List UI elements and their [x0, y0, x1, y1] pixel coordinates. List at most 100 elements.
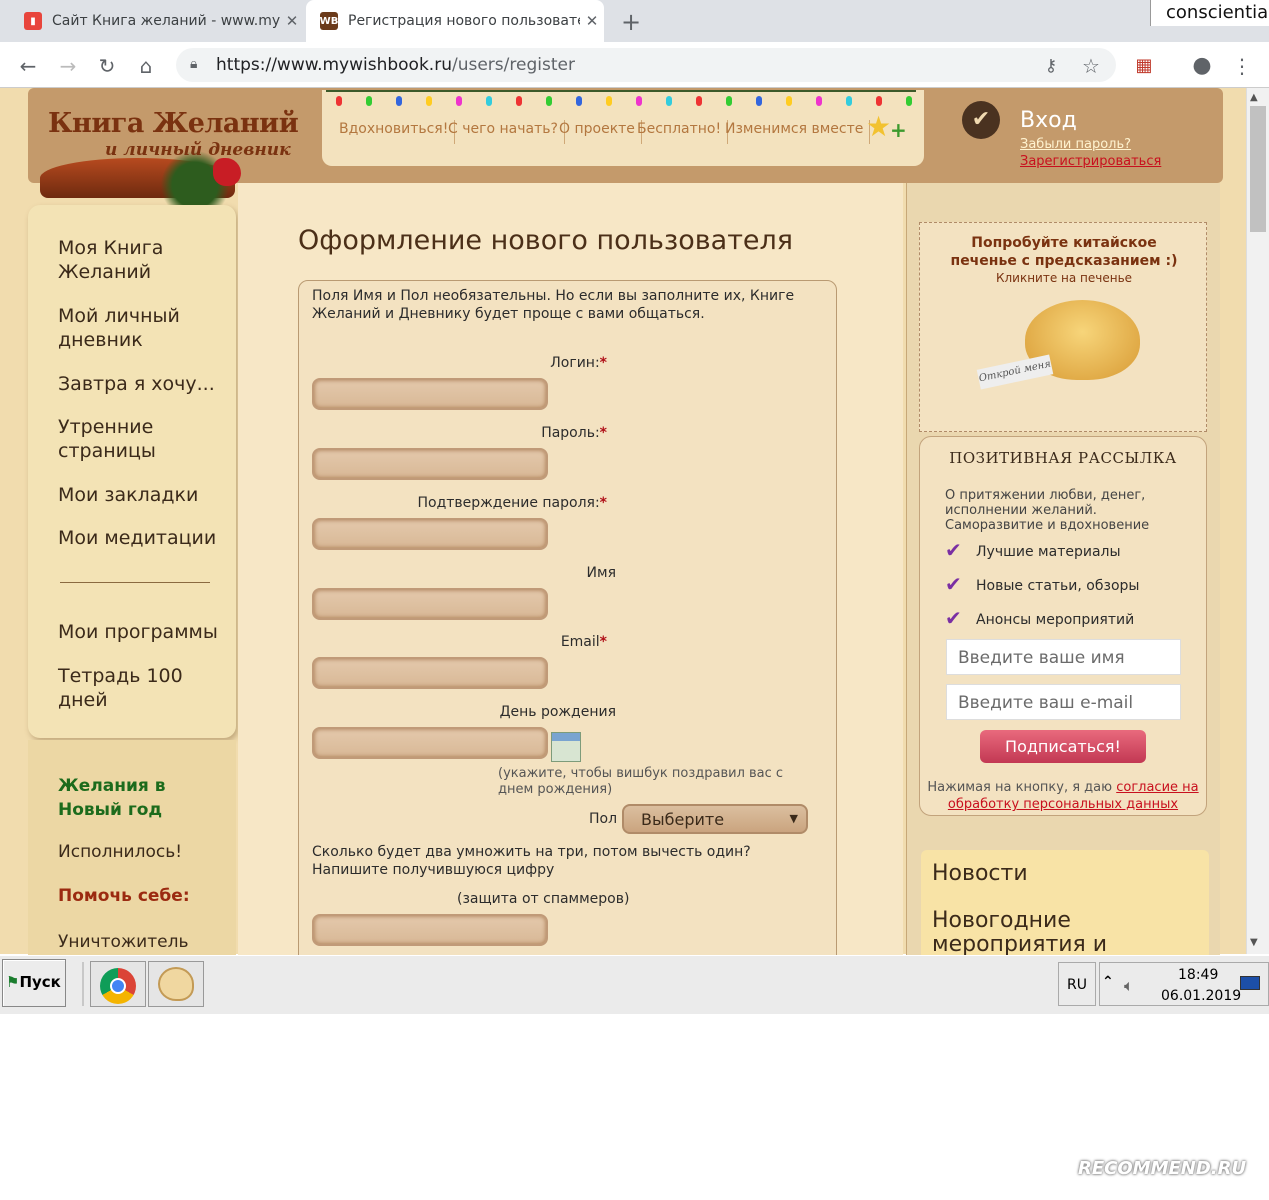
required-mark: * — [599, 634, 607, 650]
nav-start[interactable]: С чего начать? — [448, 120, 565, 144]
wb-favicon-icon: WB — [320, 12, 338, 30]
sidebar-item-programs[interactable]: Мои программы — [58, 620, 228, 644]
account-icon[interactable]: ● — [1188, 52, 1216, 80]
calendar-icon[interactable] — [551, 732, 581, 762]
checkmark-icon: ✔ — [945, 538, 962, 562]
required-mark: * — [599, 425, 607, 441]
tray-expand-icon[interactable]: ⌃ — [1102, 974, 1114, 990]
captcha-note: (защита от спаммеров) — [457, 891, 630, 907]
plus-icon[interactable]: + — [890, 118, 907, 142]
extension-icon[interactable]: ▦ — [1130, 52, 1158, 80]
home-icon[interactable]: ⌂ — [132, 52, 160, 80]
sidebar-item-diary[interactable]: Мой личный дневник — [58, 304, 218, 352]
newsletter-item: Анонсы мероприятий — [976, 612, 1135, 628]
nav-change-together[interactable]: Изменимся вместе — [725, 120, 871, 144]
fortune-title: Попробуйте китайское печенье с предсказа… — [950, 235, 1178, 269]
required-mark: * — [599, 495, 607, 511]
scroll-up-icon[interactable]: ▲ — [1250, 92, 1258, 103]
sidebar-item-meditations[interactable]: Мои медитации — [58, 526, 218, 550]
form-intro: Поля Имя и Пол необязательны. Но если вы… — [312, 288, 795, 322]
news-title: Новости — [932, 861, 1028, 886]
url-path: /users/register — [451, 55, 575, 75]
sidebar-item-wishbook[interactable]: Моя Книга Желаний — [58, 236, 218, 284]
sidebar-item-morning-pages[interactable]: Утренние страницы — [58, 415, 218, 463]
reload-icon[interactable]: ↻ — [93, 52, 121, 80]
subscribe-button[interactable]: Подписаться! — [980, 730, 1146, 763]
label-text: Логин: — [550, 355, 600, 371]
language-indicator[interactable]: RU — [1058, 962, 1096, 1006]
sidebar-divider — [60, 582, 210, 583]
close-icon[interactable]: ✕ — [580, 12, 604, 30]
tab-register[interactable]: WB Регистрация нового пользователя ✕ — [306, 0, 604, 42]
close-icon[interactable]: ✕ — [280, 12, 304, 30]
forward-icon[interactable]: → — [54, 52, 82, 80]
password-confirm-input[interactable] — [312, 518, 548, 550]
back-icon[interactable]: ← — [14, 52, 42, 80]
ribbon-bow-icon — [213, 158, 241, 186]
email-input[interactable] — [312, 657, 548, 689]
start-button[interactable]: ⚑Пуск — [2, 959, 66, 1007]
nav-free[interactable]: Бесплатно! — [637, 120, 729, 144]
garland-lights — [326, 90, 916, 106]
scroll-down-icon[interactable]: ▼ — [1250, 937, 1258, 948]
url-text[interactable]: https://www.mywishbook.ru/users/register — [216, 55, 575, 75]
login-title[interactable]: Вход — [1020, 108, 1077, 133]
newsletter-name-input[interactable]: Введите ваше имя — [946, 639, 1181, 675]
show-desktop-icon[interactable] — [1240, 976, 1260, 990]
password-confirm-label: Подтверждение пароля:* — [307, 495, 608, 511]
bookmark-icon: ▮ — [24, 12, 42, 30]
page-title: Оформление нового пользователя — [298, 225, 794, 256]
volume-icon[interactable]: 🔈︎ — [1124, 976, 1134, 996]
sidebar-item-100-days[interactable]: Тетрадь 100 дней — [58, 664, 218, 712]
label-text: Подтверждение пароля: — [417, 495, 600, 511]
newsletter-email-input[interactable]: Введите ваш e-mail — [946, 684, 1181, 720]
lock-icon: 🔒︎ — [190, 56, 198, 72]
register-link[interactable]: Зарегистрироваться — [1020, 154, 1161, 169]
sidebar-item-tomorrow[interactable]: Завтра я хочу... — [58, 372, 228, 396]
birthday-label: День рождения — [499, 704, 616, 720]
clock-date[interactable]: 06.01.2019 — [1161, 988, 1241, 1004]
url-host: https://www.mywishbook.ru — [216, 55, 452, 75]
nav-about[interactable]: О проекте — [559, 120, 642, 144]
logo-title[interactable]: Книга Желаний — [48, 108, 299, 139]
password-label: Пароль:* — [307, 425, 607, 441]
sidebar-item-bookmarks[interactable]: Мои закладки — [58, 483, 218, 507]
star-icon[interactable]: ★ — [866, 110, 891, 143]
captcha-input[interactable] — [312, 914, 548, 946]
paint-palette-icon — [158, 967, 194, 1001]
gender-select[interactable]: Выберите ▼ — [622, 804, 808, 834]
login-input[interactable] — [312, 378, 548, 410]
required-mark: * — [599, 355, 607, 371]
newsletter-item: Новые статьи, обзоры — [976, 578, 1140, 594]
password-input[interactable] — [312, 448, 548, 480]
forgot-password-link[interactable]: Забыли пароль? — [1020, 137, 1131, 152]
sidebar-link-new-year[interactable]: Желания в Новый год — [58, 774, 198, 822]
label-text: Email — [560, 634, 600, 650]
sidebar-menu — [28, 205, 236, 738]
gender-label: Пол — [589, 811, 618, 827]
scrollbar-thumb[interactable] — [1250, 106, 1266, 232]
name-label: Имя — [586, 565, 616, 581]
clock-time[interactable]: 18:49 — [1178, 967, 1218, 983]
consent-prefix: Нажимая на кнопку, я даю — [927, 780, 1113, 795]
tab-title: Регистрация нового пользователя — [348, 13, 580, 29]
key-icon[interactable]: ⚷ — [1037, 52, 1065, 80]
new-tab-button[interactable]: + — [616, 8, 646, 36]
start-label: Пуск — [19, 973, 61, 991]
nav-inspire[interactable]: Вдохновиться! — [339, 120, 456, 144]
windows-flag-icon: ⚑ — [6, 973, 20, 991]
sidebar-link-fulfilled[interactable]: Исполнилось! — [58, 840, 228, 864]
name-input[interactable] — [312, 588, 548, 620]
sidebar-link-destroyer[interactable]: Уничтожитель — [58, 930, 228, 954]
checkmark-icon: ✔ — [962, 101, 1000, 139]
star-icon[interactable]: ☆ — [1077, 52, 1105, 80]
newsletter-description: О притяжении любви, денег, исполнении же… — [945, 488, 1150, 533]
watermark: RECOMMEND.RU — [1078, 1158, 1247, 1179]
checkmark-icon: ✔ — [945, 606, 962, 630]
checkmark-icon: ✔ — [945, 572, 962, 596]
label-text: Пароль: — [541, 425, 600, 441]
tab-mywishbook-home[interactable]: ▮ Сайт Книга желаний - www.mywishbook.ru… — [10, 0, 304, 42]
birthday-input[interactable] — [312, 727, 548, 759]
menu-icon[interactable]: ⋮ — [1228, 52, 1256, 80]
news-item[interactable]: Новогодние мероприятия и — [932, 909, 1202, 957]
